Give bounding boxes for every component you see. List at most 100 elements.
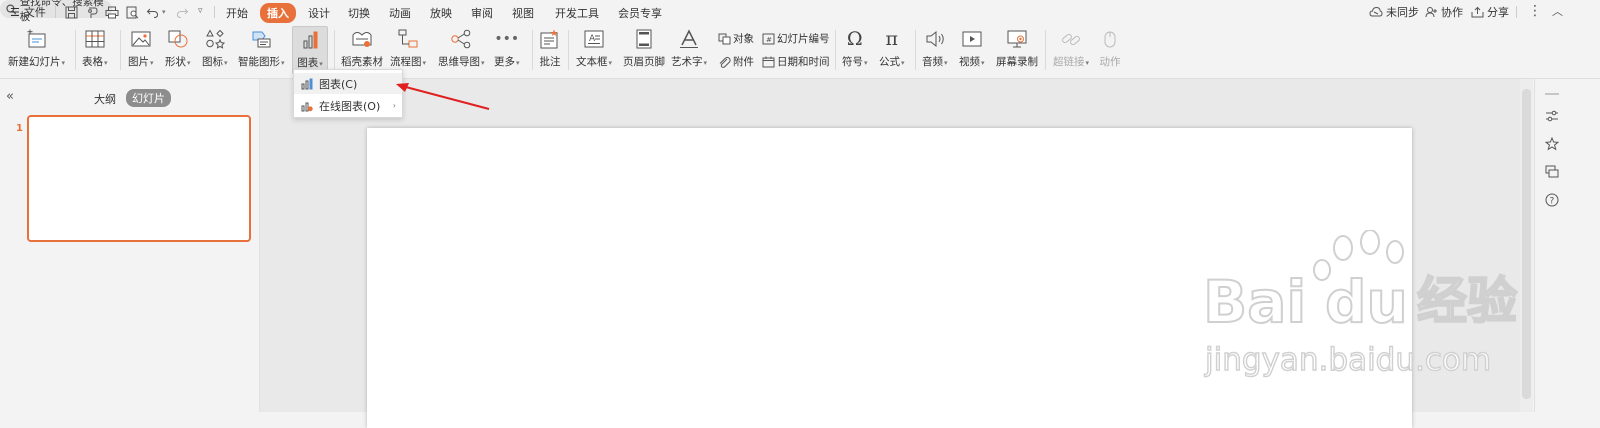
collab-user-icon [1425, 7, 1437, 18]
new-slide-label: 新建幻灯片 [8, 56, 61, 68]
hamburger-icon: ☰ [10, 5, 20, 19]
properties-icon[interactable] [1543, 107, 1561, 125]
animation-star-icon[interactable] [1543, 135, 1561, 153]
shape-icon [167, 27, 189, 51]
menu-item-chart[interactable]: 图表(C) [294, 73, 402, 94]
slide-transition-icon[interactable] [1543, 163, 1561, 181]
menu-item-chart-label: 图表(C) [319, 77, 358, 91]
annotation-arrow [396, 83, 490, 110]
hyperlink-button[interactable]: 超链接▾ [1053, 26, 1089, 74]
ribbon-separator [532, 30, 533, 70]
undo-icon[interactable] [144, 4, 160, 20]
speaker-icon [924, 27, 946, 51]
sync-status[interactable]: 未同步 [1369, 4, 1419, 20]
object-label: 对象 [733, 33, 754, 45]
tab-insert[interactable]: 插入 [260, 3, 296, 23]
comment-button[interactable]: 批注 [539, 26, 561, 74]
flowchart-button[interactable]: 流程图▾ [390, 26, 426, 74]
smart-graphic-button[interactable]: 智能图形▾ [238, 26, 285, 74]
chevron-down-icon: ▾ [901, 59, 905, 67]
docer-material-button[interactable]: 稻壳素材 [341, 26, 383, 74]
tab-review[interactable]: 审阅 [471, 5, 493, 21]
svg-text:#: # [766, 36, 772, 44]
slide-number-button[interactable]: # 幻灯片编号 [762, 31, 830, 46]
ribbon-separator [120, 30, 121, 70]
table-button[interactable]: 表格▾ [82, 26, 108, 74]
file-menu[interactable]: ☰ 文件 [10, 4, 46, 20]
hyperlink-label: 超链接 [1053, 56, 1085, 68]
shape-label: 形状 [165, 56, 186, 68]
tab-slides[interactable]: 幻灯片 [126, 89, 171, 107]
print-preview-icon[interactable] [124, 4, 140, 20]
chevron-down-icon: ▾ [187, 59, 191, 67]
collab-button[interactable]: 协作 [1425, 4, 1463, 20]
header-footer-button[interactable]: 页眉页脚 [623, 26, 665, 74]
chevron-down-icon: ▾ [1085, 59, 1090, 67]
undo-dropdown-icon[interactable]: ▾ [162, 8, 166, 16]
tab-view[interactable]: 视图 [512, 5, 534, 21]
tab-transition[interactable]: 切换 [348, 5, 370, 21]
ribbon-separator [334, 30, 335, 70]
textbox-icon: A [583, 27, 605, 51]
date-time-button[interactable]: 日期和时间 [762, 54, 830, 69]
chevron-down-icon: ▾ [150, 59, 154, 67]
more-button[interactable]: ••• 更多▾ [494, 26, 520, 74]
menu-item-online-chart-label: 在线图表(O) [319, 99, 381, 113]
tab-home[interactable]: 开始 [226, 5, 248, 21]
tab-design[interactable]: 设计 [308, 5, 330, 21]
toolbar-separator [214, 6, 215, 18]
collapse-ribbon-icon[interactable]: ︿ [1552, 3, 1563, 19]
formula-button[interactable]: π 公式▾ [879, 26, 905, 74]
chart-button[interactable]: 图表▾ [292, 26, 328, 74]
chevron-down-icon: ▾ [281, 59, 285, 67]
icon-library-button[interactable]: 图标▾ [202, 26, 228, 74]
video-button[interactable]: 视频▾ [959, 26, 985, 74]
more-options-icon[interactable]: ⋮ [1528, 3, 1542, 19]
customize-toolbar-icon[interactable]: ▿ [198, 6, 203, 16]
mindmap-button[interactable]: 思维导图▾ [438, 26, 485, 74]
ribbon-separator [915, 30, 916, 70]
date-time-label: 日期和时间 [777, 56, 830, 68]
flowchart-label: 流程图 [390, 56, 422, 68]
export-pdf-icon[interactable] [84, 4, 100, 20]
tab-animation[interactable]: 动画 [389, 5, 411, 21]
more-dots-icon: ••• [494, 31, 520, 47]
symbol-button[interactable]: Ω 符号▾ [842, 26, 868, 74]
slide-number: 1 [16, 123, 23, 134]
tab-outline[interactable]: 大纲 [94, 91, 116, 107]
slide-number-icon: # [762, 33, 775, 44]
action-button[interactable]: 动作 [1099, 26, 1121, 74]
sidebar-handle-icon [1543, 85, 1561, 103]
collapse-panel-icon[interactable]: « [6, 89, 14, 104]
picture-label: 图片 [128, 56, 149, 68]
screen-record-icon [1006, 27, 1028, 51]
save-icon[interactable] [63, 4, 79, 20]
audio-button[interactable]: 音频▾ [922, 26, 948, 74]
wordart-button[interactable]: 艺术字▾ [671, 26, 707, 74]
chevron-down-icon: ▾ [61, 59, 66, 67]
share-button[interactable]: 分享 [1471, 4, 1509, 20]
mindmap-icon [450, 27, 472, 51]
chevron-down-icon: ▾ [703, 59, 708, 67]
link-icon [1060, 27, 1082, 51]
tab-member[interactable]: 会员专享 [618, 5, 662, 21]
share-label: 分享 [1487, 6, 1509, 19]
attachment-button[interactable]: 附件 [718, 54, 754, 69]
menu-item-online-chart[interactable]: 在线图表(O) › [294, 95, 402, 116]
slide-thumbnail[interactable] [27, 115, 251, 242]
new-slide-button[interactable]: 新建幻灯片▾ [8, 26, 65, 74]
help-icon[interactable]: ? [1543, 191, 1561, 209]
mindmap-label: 思维导图 [438, 56, 480, 68]
picture-button[interactable]: 图片▾ [128, 26, 154, 74]
tab-developer[interactable]: 开发工具 [555, 5, 599, 21]
redo-icon[interactable] [174, 4, 190, 20]
object-button[interactable]: 对象 [718, 31, 754, 46]
textbox-label: 文本框 [576, 56, 608, 68]
video-label: 视频 [959, 56, 980, 68]
tab-slideshow[interactable]: 放映 [430, 5, 452, 21]
ribbon-separator [835, 30, 836, 70]
shape-button[interactable]: 形状▾ [165, 26, 191, 74]
print-icon[interactable] [104, 4, 120, 20]
textbox-button[interactable]: A 文本框▾ [576, 26, 612, 74]
screen-record-button[interactable]: 屏幕录制 [996, 26, 1038, 74]
